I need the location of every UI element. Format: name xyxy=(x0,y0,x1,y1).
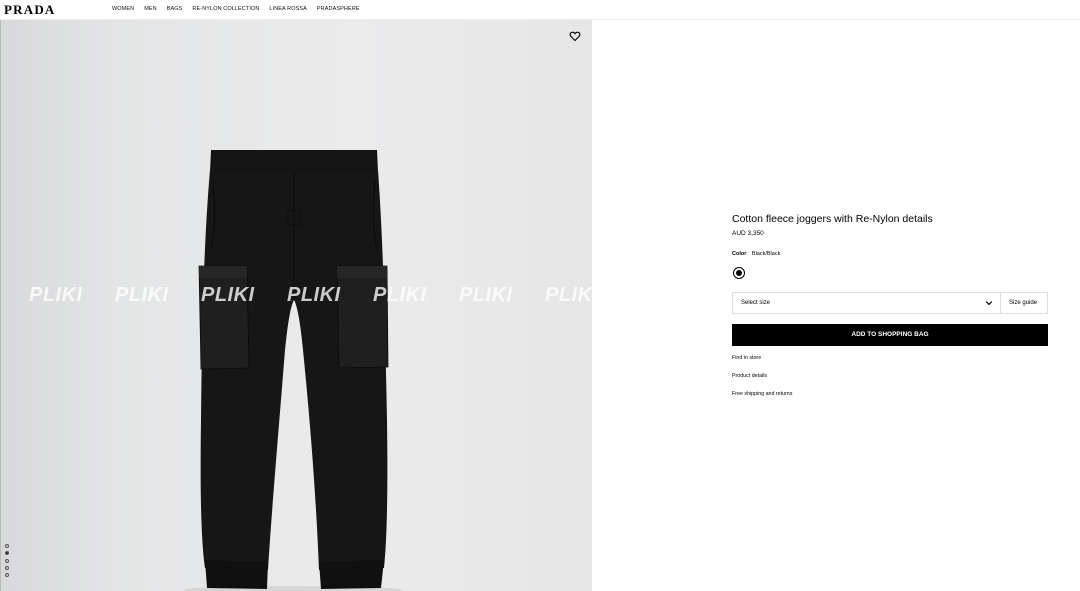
product-price: AUD 3,350 xyxy=(732,230,764,237)
product-details-link[interactable]: Product details xyxy=(732,373,767,379)
main-nav: WOMEN MEN BAGS RE-NYLON COLLECTION LINEA… xyxy=(112,6,370,13)
svg-text:PRADA: PRADA xyxy=(4,3,56,16)
nav-linea-rossa[interactable]: LINEA ROSSA xyxy=(269,6,306,13)
watermark-text: PLIKI xyxy=(115,284,169,306)
watermark-text: PLIKI xyxy=(459,284,513,306)
nav-women[interactable]: WOMEN xyxy=(112,6,134,13)
watermark-text: PLIKI xyxy=(545,284,592,306)
nav-pradasphere[interactable]: PRADASPHERE xyxy=(317,6,360,13)
nav-re-nylon-collection[interactable]: RE-NYLON COLLECTION xyxy=(192,6,259,13)
free-shipping-link[interactable]: Free shipping and returns xyxy=(732,391,792,397)
add-to-bag-button[interactable]: ADD TO SHOPPING BAG xyxy=(732,324,1048,346)
gallery-pagination xyxy=(5,544,11,580)
nav-bags[interactable]: BAGS xyxy=(167,6,183,13)
chevron-down-icon xyxy=(985,301,993,306)
color-swatch-black[interactable] xyxy=(733,267,745,279)
color-label: Color xyxy=(732,251,747,257)
watermark-text: PLIKI xyxy=(201,284,255,306)
find-in-store-link[interactable]: Find in store xyxy=(732,355,761,361)
watermark-text: PLIKI xyxy=(29,284,83,306)
size-select-placeholder: Select size xyxy=(741,300,771,306)
color-value: Black/Black xyxy=(751,251,781,257)
gallery-dot-3[interactable] xyxy=(5,558,9,563)
watermark-text: PLIKI xyxy=(287,284,341,306)
gallery-dot-2[interactable] xyxy=(5,551,9,556)
color-row: Color Black/Black xyxy=(732,251,780,257)
size-guide-link[interactable]: Size guide xyxy=(1009,300,1037,306)
heart-icon[interactable] xyxy=(569,30,581,42)
gallery-dot-1[interactable] xyxy=(5,544,9,548)
site-header: PRADA WOMEN MEN BAGS RE-NYLON COLLECTION… xyxy=(0,0,1080,20)
size-select[interactable]: Select size xyxy=(733,293,1001,313)
nav-men[interactable]: MEN xyxy=(144,6,157,13)
size-selector-row: Select size Size guide xyxy=(732,292,1048,314)
watermark-text: PLIKI xyxy=(373,284,427,306)
gallery-dot-4[interactable] xyxy=(5,565,9,570)
gallery-dot-5[interactable] xyxy=(5,573,9,578)
prada-logo[interactable]: PRADA xyxy=(4,3,64,16)
watermark-row: PLIKI PLIKI PLIKI PLIKI PLIKI PLIKI PLIK… xyxy=(29,284,592,310)
product-image-gallery[interactable]: PLIKI PLIKI PLIKI PLIKI PLIKI PLIKI PLIK… xyxy=(0,20,592,591)
swatch-fill xyxy=(736,270,742,276)
product-title: Cotton fleece joggers with Re-Nylon deta… xyxy=(732,213,933,225)
